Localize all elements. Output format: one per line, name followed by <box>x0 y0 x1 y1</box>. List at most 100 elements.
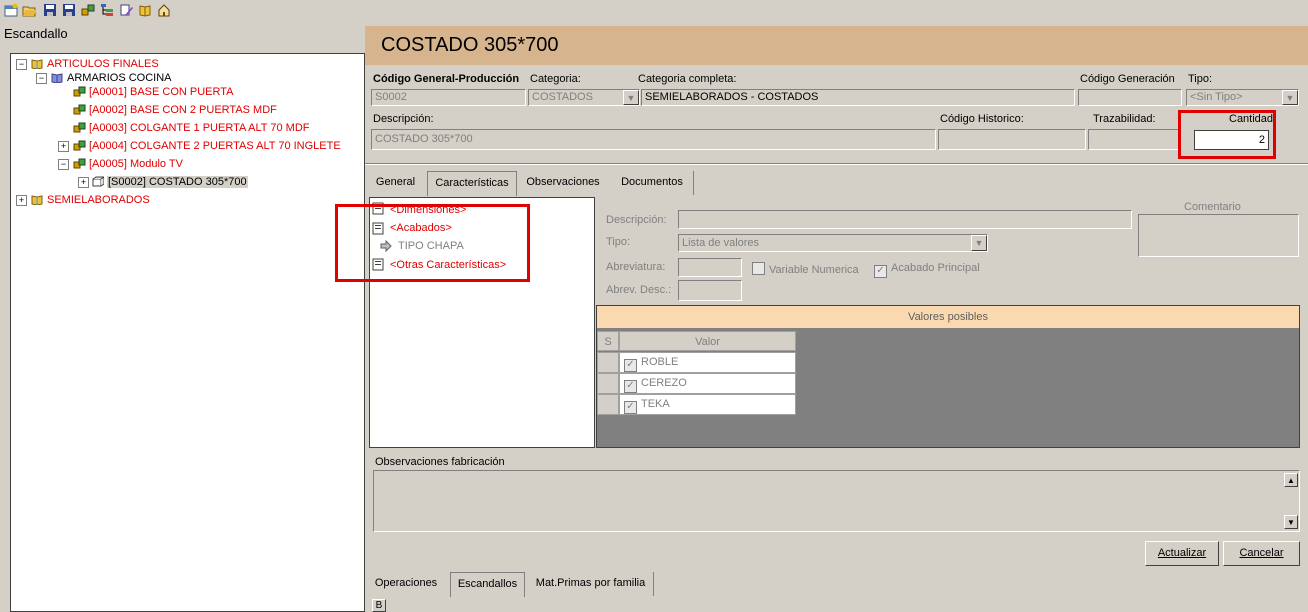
save-icon[interactable] <box>43 3 57 17</box>
expand-toggle[interactable]: + <box>58 141 69 152</box>
expand-toggle[interactable]: − <box>16 59 27 70</box>
dropdown-arrow-icon[interactable]: ▼ <box>971 235 987 251</box>
trazabilidad-field[interactable] <box>1088 129 1180 150</box>
title-bar: COSTADO 305*700 <box>365 26 1308 65</box>
checkmark-icon[interactable]: ✓ <box>624 359 637 372</box>
categoria-select[interactable]: COSTADOS ▼ <box>528 89 640 106</box>
descripcion-field[interactable]: COSTADO 305*700 <box>371 129 936 150</box>
tab-operaciones[interactable]: Operaciones <box>368 572 444 596</box>
expand-toggle[interactable]: + <box>78 177 89 188</box>
save-as-icon[interactable] <box>62 3 76 17</box>
categoria-label: Categoria: <box>530 73 581 85</box>
tree-icon[interactable] <box>100 3 114 17</box>
tipo-label: Tipo: <box>1188 73 1213 85</box>
tree-item-articulos-finales[interactable]: ARTICULOS FINALES <box>31 57 159 71</box>
tree-item-semielaborados[interactable]: SEMIELABORADOS <box>31 193 150 207</box>
module-icon <box>73 86 86 97</box>
codigo-general-label: Código General-Producción <box>373 73 520 85</box>
checkmark-icon: ✓ <box>874 265 887 278</box>
value-text: CEREZO <box>641 377 687 389</box>
home-icon[interactable] <box>157 3 171 17</box>
field-value: S0002 <box>375 91 407 103</box>
row-selector[interactable] <box>597 352 619 373</box>
codigo-general-field[interactable]: S0002 <box>371 89 526 106</box>
checkbox-label: Variable Numerica <box>769 264 859 276</box>
bottom-tab-bar: Operaciones Escandallos Mat.Primas por f… <box>365 572 1308 612</box>
box-icon <box>92 176 104 187</box>
module-icon <box>73 140 86 151</box>
tab-caracteristicas[interactable]: Características <box>427 171 517 196</box>
abreviatura-field[interactable] <box>678 258 742 277</box>
tab-general[interactable]: General <box>368 171 423 195</box>
tree-view[interactable]: − ARTICULOS FINALES − ARMARIOS COCINA [A… <box>10 53 365 612</box>
field-value: COSTADO 305*700 <box>375 133 473 145</box>
edit-icon[interactable] <box>119 3 133 17</box>
new-icon[interactable] <box>4 3 18 17</box>
variable-numerica-checkbox[interactable]: Variable Numerica <box>752 262 859 276</box>
table-row[interactable]: ✓ CEREZO <box>619 373 796 394</box>
tipo-select[interactable]: <Sin Tipo> ▼ <box>1186 89 1299 106</box>
detail-descripcion-field[interactable] <box>678 210 1132 229</box>
tree-item-a0004[interactable]: [A0004] COLGANTE 2 PUERTAS ALT 70 INGLET… <box>73 139 341 153</box>
tree-item-label: [A0001] BASE CON PUERTA <box>89 86 234 98</box>
tree-item-label: [S0002] COSTADO 305*700 <box>107 176 248 188</box>
tree-item-label: ARMARIOS COCINA <box>67 72 172 84</box>
book-icon <box>51 73 63 83</box>
grid-header-valor: Valor <box>619 331 796 351</box>
comentario-label: Comentario <box>1184 201 1241 213</box>
categoria-completa-label: Categoria completa: <box>638 73 737 85</box>
abrev-desc-label: Abrev. Desc.: <box>606 284 672 296</box>
categoria-completa-field[interactable]: SEMIELABORADOS - COSTADOS <box>641 89 1075 106</box>
table-row[interactable]: ✓ ROBLE <box>619 352 796 373</box>
b-button[interactable]: B <box>372 599 386 612</box>
codigo-historico-field[interactable] <box>938 129 1086 150</box>
highlight-box-list <box>335 204 530 282</box>
value-text: ROBLE <box>641 356 679 368</box>
checkmark-icon[interactable]: ✓ <box>624 401 637 414</box>
expand-toggle[interactable]: − <box>36 73 47 84</box>
acabado-principal-checkbox[interactable]: ✓ Acabado Principal <box>874 262 980 278</box>
comentario-field[interactable] <box>1138 214 1299 257</box>
dropdown-arrow-icon[interactable]: ▼ <box>623 90 639 105</box>
scroll-up-arrow-icon[interactable]: ▲ <box>1284 473 1298 487</box>
tree-item-armarios-cocina[interactable]: ARMARIOS COCINA <box>51 71 172 85</box>
open-icon[interactable] <box>22 3 36 17</box>
field-value: <Sin Tipo> <box>1190 91 1243 103</box>
dropdown-arrow-icon[interactable]: ▼ <box>1282 90 1298 105</box>
observaciones-label: Observaciones fabricación <box>375 456 505 468</box>
structure-icon[interactable] <box>81 3 95 17</box>
row-selector[interactable] <box>597 394 619 415</box>
tree-item-a0001[interactable]: [A0001] BASE CON PUERTA <box>73 85 233 99</box>
valores-title: Valores posibles <box>597 306 1299 328</box>
observaciones-textarea[interactable]: ▲ ▼ <box>373 470 1300 532</box>
tree-item-label: [A0005] Modulo TV <box>89 158 183 170</box>
page-title: COSTADO 305*700 <box>381 34 559 56</box>
tree-item-a0003[interactable]: [A0003] COLGANTE 1 PUERTA ALT 70 MDF <box>73 121 310 135</box>
cancelar-button[interactable]: Cancelar <box>1223 541 1300 566</box>
tree-item-a0002[interactable]: [A0002] BASE CON 2 PUERTAS MDF <box>73 103 277 117</box>
codigo-generacion-field[interactable] <box>1078 89 1182 106</box>
book-icon <box>31 59 43 69</box>
tab-observaciones[interactable]: Observaciones <box>521 171 605 195</box>
row-selector[interactable] <box>597 373 619 394</box>
detail-tipo-label: Tipo: <box>606 236 631 248</box>
module-icon <box>73 104 86 115</box>
detail-tipo-select[interactable]: Lista de valores ▼ <box>678 234 988 252</box>
abreviatura-label: Abreviatura: <box>606 261 666 273</box>
table-row[interactable]: ✓ TEKA <box>619 394 796 415</box>
expand-toggle[interactable]: − <box>58 159 69 170</box>
expand-toggle[interactable]: + <box>16 195 27 206</box>
trazabilidad-label: Trazabilidad: <box>1093 113 1156 125</box>
tree-item-label: ARTICULOS FINALES <box>47 58 159 70</box>
tab-documentos[interactable]: Documentos <box>611 171 694 195</box>
tab-escandallos[interactable]: Escandallos <box>450 572 525 597</box>
scroll-down-arrow-icon[interactable]: ▼ <box>1284 515 1298 529</box>
tab-mat-primas[interactable]: Mat.Primas por familia <box>528 572 654 596</box>
tree-item-a0005[interactable]: [A0005] Modulo TV <box>73 157 183 171</box>
actualizar-button[interactable]: Actualizar <box>1145 541 1219 566</box>
descripcion-label: Descripción: <box>373 113 434 125</box>
tree-item-s0002[interactable]: [S0002] COSTADO 305*700 <box>91 175 248 189</box>
checkmark-icon[interactable]: ✓ <box>624 380 637 393</box>
abrev-desc-field[interactable] <box>678 280 742 301</box>
book-icon[interactable] <box>138 3 152 17</box>
